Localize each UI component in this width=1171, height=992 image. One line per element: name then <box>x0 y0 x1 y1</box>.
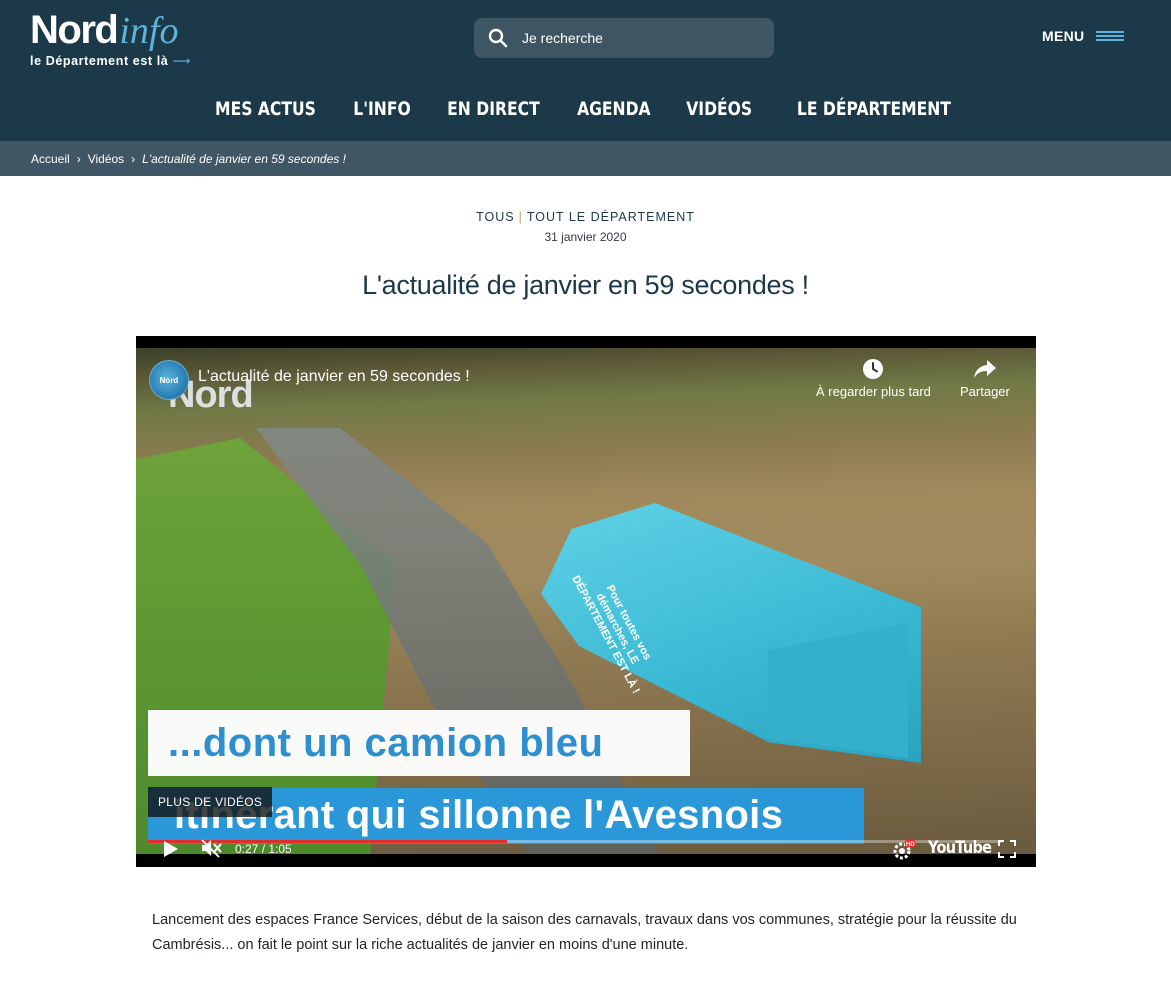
svg-text:HD: HD <box>906 842 915 848</box>
article-title: L'actualité de janvier en 59 secondes ! <box>362 270 809 300</box>
video-controls: 0:27 / 1:05 HD YouTube <box>136 832 1036 867</box>
article-meta: TOUS | TOUT LE DÉPARTEMENT 31 janvier 2020 <box>0 210 1171 244</box>
channel-avatar[interactable]: Nord <box>149 360 189 400</box>
search-box[interactable] <box>474 18 774 58</box>
logo-tagline: le Département est là ⟶ <box>30 53 191 69</box>
logo-info-text: info <box>119 10 179 52</box>
channel-avatar-label: Nord <box>159 375 179 385</box>
article-description: Lancement des espaces France Services, d… <box>152 912 1017 953</box>
article-date: 31 janvier 2020 <box>544 230 627 244</box>
breadcrumb: Accueil › Vidéos › L'actualité de janvie… <box>0 141 1171 176</box>
share-icon <box>973 360 996 378</box>
logo-nord-text: Nord <box>30 8 119 52</box>
share-button[interactable]: Partager <box>960 358 1010 399</box>
video-frame[interactable]: Pour toutes vos démarches, LE DÉPARTEMEN… <box>136 348 1036 854</box>
search-input[interactable] <box>522 30 752 46</box>
more-videos-button[interactable]: PLUS DE VIDÉOS <box>148 787 273 817</box>
breadcrumb-current: L'actualité de janvier en 59 secondes ! <box>142 151 346 166</box>
nav-item-en-direct[interactable]: EN DIRECT <box>447 98 540 120</box>
nav-item-videos[interactable]: VIDÉOS <box>686 98 752 120</box>
main-nav: MES ACTUS L'INFO EN DIRECT AGENDA VIDÉOS… <box>0 98 1171 120</box>
hamburger-icon <box>1096 29 1125 43</box>
search-icon <box>488 28 508 48</box>
share-label: Partager <box>960 384 1010 399</box>
video-caption-line1: ...dont un camion bleu <box>148 710 690 776</box>
fullscreen-icon[interactable] <box>998 840 1016 858</box>
nav-item-l-info[interactable]: L'INFO <box>353 98 410 120</box>
video-title[interactable]: L'actualité de janvier en 59 secondes ! <box>198 368 470 386</box>
breadcrumb-home-link[interactable]: Accueil <box>31 152 70 166</box>
chevron-right-icon: › <box>131 151 136 166</box>
category-separator: | <box>518 210 523 224</box>
play-icon[interactable] <box>163 840 179 858</box>
site-logo[interactable]: Nord info le Département est là ⟶ <box>30 10 191 68</box>
breadcrumb-videos-link[interactable]: Vidéos <box>88 152 124 166</box>
clock-icon <box>863 359 884 379</box>
arrow-right-icon: ⟶ <box>172 54 191 68</box>
logo-tagline-text: le Département est là <box>30 53 169 68</box>
menu-button[interactable]: MENU <box>1042 28 1125 44</box>
watch-later-button[interactable]: À regarder plus tard <box>816 358 931 399</box>
category-tous-link[interactable]: TOUS <box>476 210 515 224</box>
youtube-logo[interactable]: YouTube <box>928 838 992 858</box>
logo-wordmark: Nord info <box>30 10 191 51</box>
category-departement-link[interactable]: TOUT LE DÉPARTEMENT <box>527 210 695 224</box>
volume-muted-icon[interactable] <box>200 838 222 858</box>
nav-item-agenda[interactable]: AGENDA <box>578 98 652 120</box>
video-time: 0:27 / 1:05 <box>235 842 292 856</box>
nav-item-le-departement[interactable]: LE DÉPARTEMENT <box>796 98 950 120</box>
article-categories: TOUS | TOUT LE DÉPARTEMENT <box>0 210 1171 224</box>
watch-later-label: À regarder plus tard <box>816 384 931 399</box>
nav-item-mes-actus[interactable]: MES ACTUS <box>215 98 316 120</box>
site-header: Nord info le Département est là ⟶ MENU M… <box>0 0 1171 141</box>
video-player[interactable]: Pour toutes vos démarches, LE DÉPARTEMEN… <box>136 336 1036 867</box>
chevron-right-icon: › <box>76 151 81 166</box>
menu-label: MENU <box>1042 28 1085 44</box>
settings-hd-icon[interactable]: HD <box>892 839 916 861</box>
